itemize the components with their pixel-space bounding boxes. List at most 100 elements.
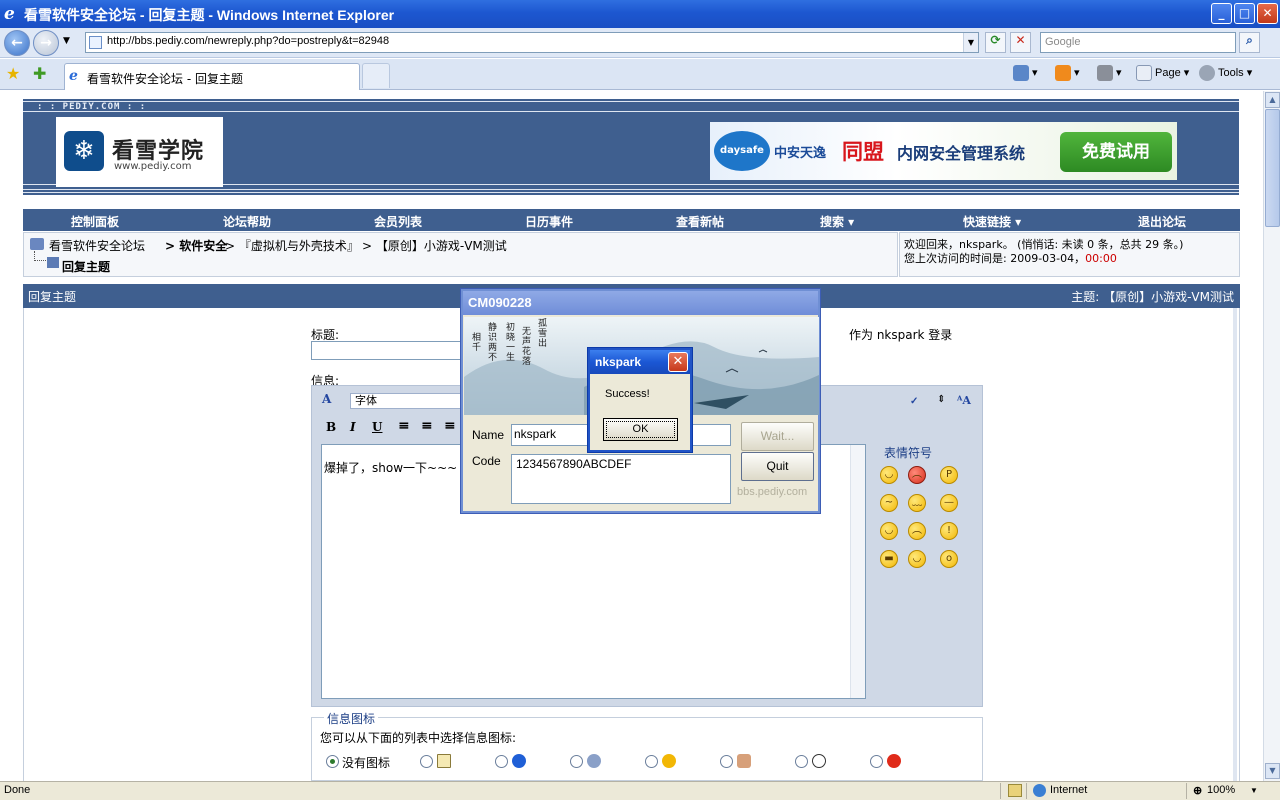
search-icon[interactable]: ⌕ bbox=[1239, 32, 1260, 53]
thread-title-link[interactable]: 【原创】小游戏-VM测试 bbox=[1103, 290, 1234, 304]
success-dialog: nkspark ✕ Success! OK bbox=[588, 348, 692, 452]
smiley-tongue-icon[interactable]: P bbox=[940, 466, 958, 484]
nav-calendar[interactable]: 日历事件 bbox=[525, 213, 573, 230]
crumb-security[interactable]: > 软件安全 bbox=[165, 237, 227, 254]
radio-icon-angry[interactable] bbox=[870, 755, 883, 768]
crackme-watermark: bbs.pediy.com bbox=[737, 486, 808, 498]
title-input[interactable] bbox=[311, 341, 471, 360]
smiley-frown-icon[interactable]: ︵ bbox=[908, 522, 926, 540]
add-favorites-icon[interactable]: ✚ bbox=[33, 64, 46, 83]
nav-control-panel[interactable]: 控制面板 bbox=[71, 213, 119, 230]
smiley-rolleyes-icon[interactable]: o bbox=[940, 550, 958, 568]
favorites-star-icon[interactable]: ★ bbox=[6, 64, 20, 83]
align-left-icon[interactable]: ≡ bbox=[398, 418, 410, 434]
lock-icon bbox=[1008, 784, 1022, 797]
search-input[interactable]: Google bbox=[1040, 32, 1236, 53]
nav-new-posts[interactable]: 查看新帖 bbox=[676, 213, 724, 230]
address-input[interactable]: http://bbs.pediy.com/newreply.php?do=pos… bbox=[85, 32, 979, 53]
remove-format-icon[interactable]: A bbox=[322, 392, 331, 406]
crumb-vm[interactable]: > 『虚拟机与外壳技术』 bbox=[225, 237, 359, 254]
smile-post-icon bbox=[662, 754, 676, 768]
smiley-mad-icon[interactable]: ︵ bbox=[908, 466, 926, 484]
code-label: Code bbox=[472, 454, 501, 468]
smiley-eek-icon[interactable]: ! bbox=[940, 522, 958, 540]
zoom-dropdown-icon[interactable]: ▼ bbox=[1250, 786, 1258, 795]
dialog-message: Success! bbox=[605, 388, 650, 400]
smiley-biggrin-icon[interactable]: ◡ bbox=[908, 550, 926, 568]
radio-icon-eek[interactable] bbox=[570, 755, 583, 768]
textarea-scrollbar[interactable] bbox=[850, 445, 865, 698]
radio-icon-speech[interactable] bbox=[795, 755, 808, 768]
welcome-box: 欢迎回来，nkspark。 (悄悄话: 未读 0 条，总共 29 条。) 您上次… bbox=[899, 232, 1240, 277]
tools-menu[interactable]: Tools ▾ bbox=[1199, 65, 1252, 81]
forum-logo[interactable]: ❄ 看雪学院 www.pediy.com bbox=[56, 117, 223, 187]
address-dropdown-icon[interactable]: ▼ bbox=[963, 33, 978, 52]
poem-col-5: 孤雪出 bbox=[538, 319, 548, 349]
page-menu[interactable]: Page ▾ bbox=[1136, 65, 1189, 81]
radio-no-icon[interactable] bbox=[326, 755, 339, 768]
back-button[interactable]: ← bbox=[4, 30, 30, 56]
smilies-title: 表情符号 bbox=[884, 446, 933, 460]
print-icon[interactable]: ▾ bbox=[1097, 65, 1122, 81]
page-scrollbar[interactable]: ▲ ▼ bbox=[1263, 91, 1280, 781]
url-text: http://bbs.pediy.com/newreply.php?do=pos… bbox=[107, 35, 390, 47]
align-right-icon[interactable]: ≡ bbox=[444, 418, 456, 434]
font-select[interactable]: 字体 bbox=[350, 393, 466, 409]
zoom-icon[interactable]: ⊕ bbox=[1193, 784, 1202, 797]
nav-members[interactable]: 会员列表 bbox=[374, 213, 422, 230]
smiley-wink-icon[interactable]: ◡ bbox=[880, 522, 898, 540]
refresh-button[interactable]: ⟳ bbox=[985, 32, 1006, 53]
smiley-neutral-icon[interactable]: — bbox=[940, 494, 958, 512]
crumb-forum[interactable]: 看雪软件安全论坛 bbox=[49, 237, 145, 254]
scroll-up-icon[interactable]: ▲ bbox=[1265, 92, 1280, 108]
bold-button[interactable]: B bbox=[326, 420, 336, 434]
nav-logout[interactable]: 退出论坛 bbox=[1138, 213, 1186, 230]
maximize-button[interactable]: □ bbox=[1234, 3, 1255, 24]
smiley-confused-icon[interactable]: ~ bbox=[880, 494, 898, 512]
logo-site: www.pediy.com bbox=[114, 161, 192, 172]
nav-quick-links[interactable]: 快速链接 ▾ bbox=[963, 213, 1021, 230]
smiley-redface-icon[interactable]: ﹏ bbox=[908, 494, 926, 512]
new-tab-button[interactable] bbox=[362, 63, 390, 88]
history-dropdown-icon[interactable]: ▼ bbox=[63, 36, 70, 46]
spellcheck-icon[interactable]: ✓ bbox=[910, 396, 918, 407]
crumb-thread[interactable]: > 【原创】小游戏-VM测试 bbox=[362, 237, 507, 254]
radio-icon-smile[interactable] bbox=[645, 755, 658, 768]
tab-reply[interactable]: e 看雪软件安全论坛 - 回复主题 bbox=[64, 63, 360, 90]
stop-button[interactable]: ✕ bbox=[1010, 32, 1031, 53]
underline-button[interactable]: U bbox=[372, 420, 382, 434]
scroll-thumb[interactable] bbox=[1265, 109, 1280, 227]
radio-icon-blue[interactable] bbox=[495, 755, 508, 768]
resize-icon[interactable]: ⇕ bbox=[937, 394, 945, 405]
nav-help[interactable]: 论坛帮助 bbox=[223, 213, 271, 230]
ie-logo-icon: e bbox=[4, 4, 15, 24]
ok-button[interactable]: OK bbox=[603, 418, 678, 441]
home-icon[interactable]: ▾ bbox=[1013, 65, 1038, 81]
message-text: 爆掉了，show一下~~~ bbox=[324, 461, 458, 475]
ad-banner[interactable]: daysafe 中安天逸 同盟 内网安全管理系统 免费试用 bbox=[710, 122, 1177, 180]
panel-title: 回复主题 bbox=[28, 290, 77, 304]
scroll-down-icon[interactable]: ▼ bbox=[1265, 763, 1280, 779]
quit-button[interactable]: Quit bbox=[741, 452, 814, 481]
forward-button[interactable]: → bbox=[33, 30, 59, 56]
smiley-cool-icon[interactable]: ▬ bbox=[880, 550, 898, 568]
align-center-icon[interactable]: ≡ bbox=[421, 418, 433, 434]
ad-highlight: 同盟 bbox=[842, 140, 884, 164]
blue-dot-icon bbox=[512, 754, 526, 768]
smiley-smile-icon[interactable]: ◡ bbox=[880, 466, 898, 484]
italic-button[interactable]: I bbox=[350, 420, 356, 434]
feeds-icon[interactable]: ▾ bbox=[1055, 65, 1080, 81]
radio-icon-doc[interactable] bbox=[420, 755, 433, 768]
speech-bubble-icon bbox=[812, 754, 826, 768]
zoom-level[interactable]: 100% bbox=[1207, 784, 1235, 796]
nav-search[interactable]: 搜索 ▾ bbox=[820, 213, 854, 230]
dialog-close-button[interactable]: ✕ bbox=[668, 352, 688, 372]
wait-button[interactable]: Wait... bbox=[741, 422, 814, 451]
code-input[interactable]: 1234567890ABCDEF bbox=[511, 454, 731, 504]
close-button[interactable]: ✕ bbox=[1257, 3, 1278, 24]
radio-icon-thumb[interactable] bbox=[720, 755, 733, 768]
poem-col-4: 无声花落 bbox=[522, 327, 532, 367]
crackme-title: CM090228 bbox=[463, 291, 818, 315]
font-size-icon[interactable]: ᴬA bbox=[957, 394, 971, 407]
minimize-button[interactable]: _ bbox=[1211, 3, 1232, 24]
